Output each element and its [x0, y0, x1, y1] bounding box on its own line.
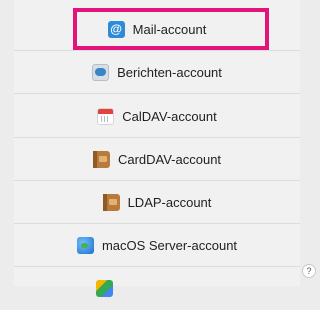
- selection-highlight: [73, 8, 269, 50]
- contacts-book-icon: [102, 193, 120, 211]
- account-item-label: CalDAV-account: [122, 108, 217, 124]
- contacts-book-icon: [92, 150, 110, 168]
- account-item-macos-server[interactable]: macOS Server-account: [14, 224, 300, 267]
- account-item-label: LDAP-account: [127, 194, 212, 210]
- account-item-messages[interactable]: Berichten-account: [14, 51, 300, 94]
- account-item-label: macOS Server-account: [101, 237, 238, 253]
- account-item-partial[interactable]: [14, 267, 300, 310]
- account-item-label: CardDAV-account: [117, 151, 222, 167]
- help-button[interactable]: ?: [302, 264, 316, 278]
- google-icon: [96, 280, 113, 297]
- calendar-icon: [97, 107, 115, 125]
- messages-icon: [92, 63, 110, 81]
- account-item-caldav[interactable]: CalDAV-account: [14, 95, 300, 138]
- account-item-carddav[interactable]: CardDAV-account: [14, 138, 300, 181]
- globe-icon: [76, 236, 94, 254]
- account-item-label: Berichten-account: [117, 64, 222, 80]
- account-item-ldap[interactable]: LDAP-account: [14, 181, 300, 224]
